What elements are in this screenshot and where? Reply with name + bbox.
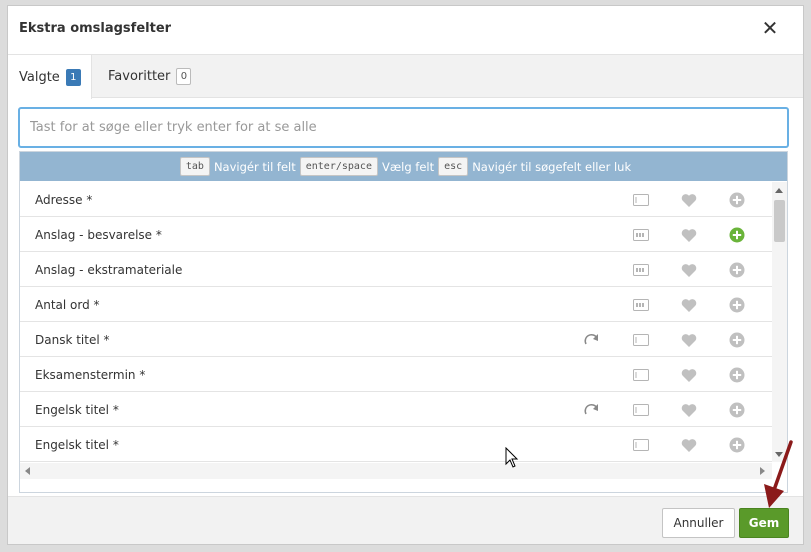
field-row[interactable]: Engelsk titel *: [20, 392, 772, 427]
dialog-header: Ekstra omslagsfelter ✕: [8, 6, 803, 55]
dialog-title: Ekstra omslagsfelter: [19, 21, 172, 36]
heart-icon[interactable]: [680, 261, 698, 279]
counter-field-icon: [632, 226, 650, 244]
field-row[interactable]: Dansk titel *: [20, 322, 772, 357]
mouse-cursor-icon: [505, 447, 519, 468]
tab-favorites-count: 0: [176, 68, 192, 85]
keyboard-hint-bar: tab Navigér til felt enter/space Vælg fe…: [20, 152, 787, 181]
heart-icon[interactable]: [680, 436, 698, 454]
field-row[interactable]: Anslag - besvarelse *: [20, 217, 772, 252]
heart-icon[interactable]: [680, 366, 698, 384]
close-icon[interactable]: ✕: [760, 18, 780, 38]
key-tab: tab: [179, 157, 210, 176]
heart-icon[interactable]: [680, 226, 698, 244]
field-row[interactable]: Engelsk titel *: [20, 427, 772, 462]
field-list-panel: tab Navigér til felt enter/space Vælg fe…: [19, 151, 788, 493]
field-icon: [632, 331, 650, 349]
field-label: Antal ord *: [35, 298, 100, 312]
scroll-up-icon[interactable]: [775, 188, 783, 193]
key-enter-space: enter/space: [299, 157, 378, 176]
hint-esc-text: Navigér til søgefelt eller luk: [472, 159, 632, 174]
vertical-scrollbar[interactable]: [772, 182, 787, 462]
redo-icon: [583, 401, 601, 419]
tab-selected[interactable]: Valgte 1: [8, 55, 92, 99]
annotation-arrow-icon: [764, 440, 793, 508]
add-circle-icon[interactable]: [728, 226, 746, 244]
vertical-scroll-thumb[interactable]: [774, 200, 785, 242]
hint-enter-text: Vælg felt: [381, 159, 435, 174]
field-label: Engelsk titel *: [35, 438, 119, 452]
field-label: Dansk titel *: [35, 333, 110, 347]
add-circle-icon[interactable]: [728, 331, 746, 349]
add-circle-icon[interactable]: [728, 436, 746, 454]
field-row[interactable]: Anslag - ekstramateriale: [20, 252, 772, 287]
tab-favorites[interactable]: Favoritter 0: [108, 55, 192, 98]
horizontal-scrollbar[interactable]: [20, 463, 772, 479]
hint-tab-text: Navigér til felt: [213, 159, 296, 174]
field-row[interactable]: Eksamenstermin *: [20, 357, 772, 392]
field-list: Adresse * Anslag - besvarelse * Anslag - e…: [20, 182, 772, 462]
tab-bar: Valgte 1 Favoritter 0: [8, 55, 803, 99]
add-circle-icon[interactable]: [728, 401, 746, 419]
field-icon: [632, 191, 650, 209]
extra-cover-fields-dialog: Ekstra omslagsfelter ✕ Valgte 1 Favoritt…: [7, 5, 804, 545]
heart-icon[interactable]: [680, 191, 698, 209]
tab-selected-count: 1: [65, 68, 81, 86]
field-row[interactable]: Antal ord *: [20, 287, 772, 322]
scroll-left-icon[interactable]: [25, 467, 30, 475]
add-circle-icon[interactable]: [728, 261, 746, 279]
screenshot-frame: Ekstra omslagsfelter ✕ Valgte 1 Favoritt…: [0, 0, 811, 552]
field-row[interactable]: Adresse *: [20, 182, 772, 217]
dialog-footer: Annuller Gem: [8, 496, 803, 544]
field-icon: [632, 436, 650, 454]
counter-field-icon: [632, 261, 650, 279]
add-circle-icon[interactable]: [728, 366, 746, 384]
heart-icon[interactable]: [680, 331, 698, 349]
add-circle-icon[interactable]: [728, 296, 746, 314]
field-label: Engelsk titel *: [35, 403, 119, 417]
field-label: Anslag - besvarelse *: [35, 228, 162, 242]
tab-selected-label: Valgte: [19, 69, 60, 85]
field-icon: [632, 366, 650, 384]
heart-icon[interactable]: [680, 401, 698, 419]
cancel-button[interactable]: Annuller: [662, 508, 735, 538]
tab-favorites-label: Favoritter: [108, 69, 171, 84]
field-label: Adresse *: [35, 193, 93, 207]
heart-icon[interactable]: [680, 296, 698, 314]
key-esc: esc: [438, 157, 469, 176]
counter-field-icon: [632, 296, 650, 314]
redo-icon: [583, 331, 601, 349]
add-circle-icon[interactable]: [728, 191, 746, 209]
search-input[interactable]: [18, 107, 789, 148]
field-label: Anslag - ekstramateriale: [35, 263, 183, 277]
save-button[interactable]: Gem: [739, 508, 789, 538]
field-label: Eksamenstermin *: [35, 368, 146, 382]
field-icon: [632, 401, 650, 419]
